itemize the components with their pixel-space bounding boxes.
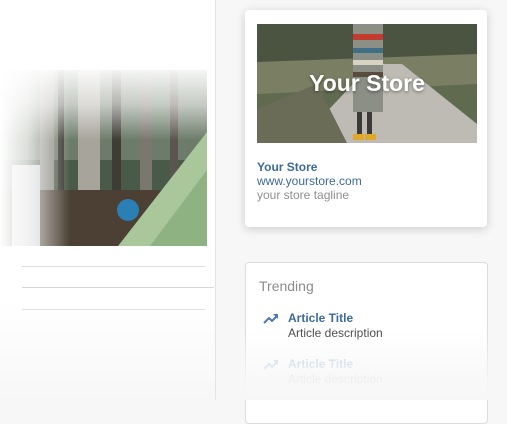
camping-photo	[0, 70, 207, 246]
store-url-link[interactable]: www.yourstore.com	[257, 174, 362, 188]
trending-up-icon	[263, 360, 278, 370]
divider	[22, 266, 205, 267]
trending-heading: Trending	[259, 278, 314, 294]
store-name-link[interactable]: Your Store	[257, 160, 317, 174]
store-tagline: your store tagline	[257, 188, 350, 202]
trending-up-icon	[263, 314, 278, 324]
article-description: Article description	[288, 326, 383, 340]
article-description: Article description	[288, 372, 383, 386]
store-card[interactable]: Your Store Your Store www.yourstore.com …	[245, 10, 487, 227]
divider	[22, 287, 214, 288]
store-hero-title: Your Store	[309, 70, 425, 96]
article-title-link[interactable]: Article Title	[288, 311, 353, 325]
store-hero-image: Your Store	[257, 24, 477, 143]
divider	[22, 309, 205, 310]
article-title-link[interactable]: Article Title	[288, 357, 353, 371]
trending-item[interactable]: Article Title Article description	[263, 311, 473, 341]
background-page	[0, 0, 216, 400]
trending-item[interactable]: Article Title Article description	[263, 357, 473, 387]
